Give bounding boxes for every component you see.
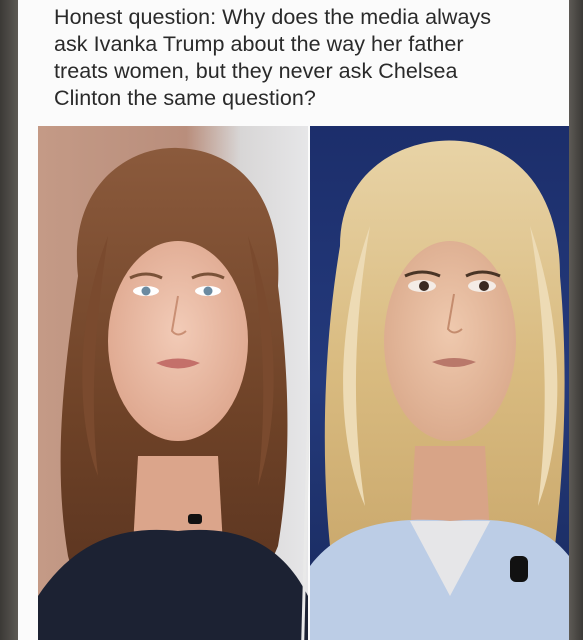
social-post-card: Honest question: Why does the media alwa… [18,0,569,640]
photo-frame-left-edge [0,0,18,640]
post-text-line: Honest question: Why does the media alwa… [54,5,492,29]
post-image-right[interactable] [310,126,569,640]
portrait-left-illustration [38,126,308,640]
post-text: Honest question: Why does the media alwa… [54,4,544,112]
post-image-left[interactable] [38,126,308,640]
photo-frame-right-edge [569,0,583,640]
post-text-line: Clinton the same question? [54,86,316,110]
post-text-line: treats women, but they never ask Chelsea [54,59,458,83]
post-text-line: ask Ivanka Trump about the way her fathe… [54,32,464,56]
portrait-right-illustration [310,126,569,640]
